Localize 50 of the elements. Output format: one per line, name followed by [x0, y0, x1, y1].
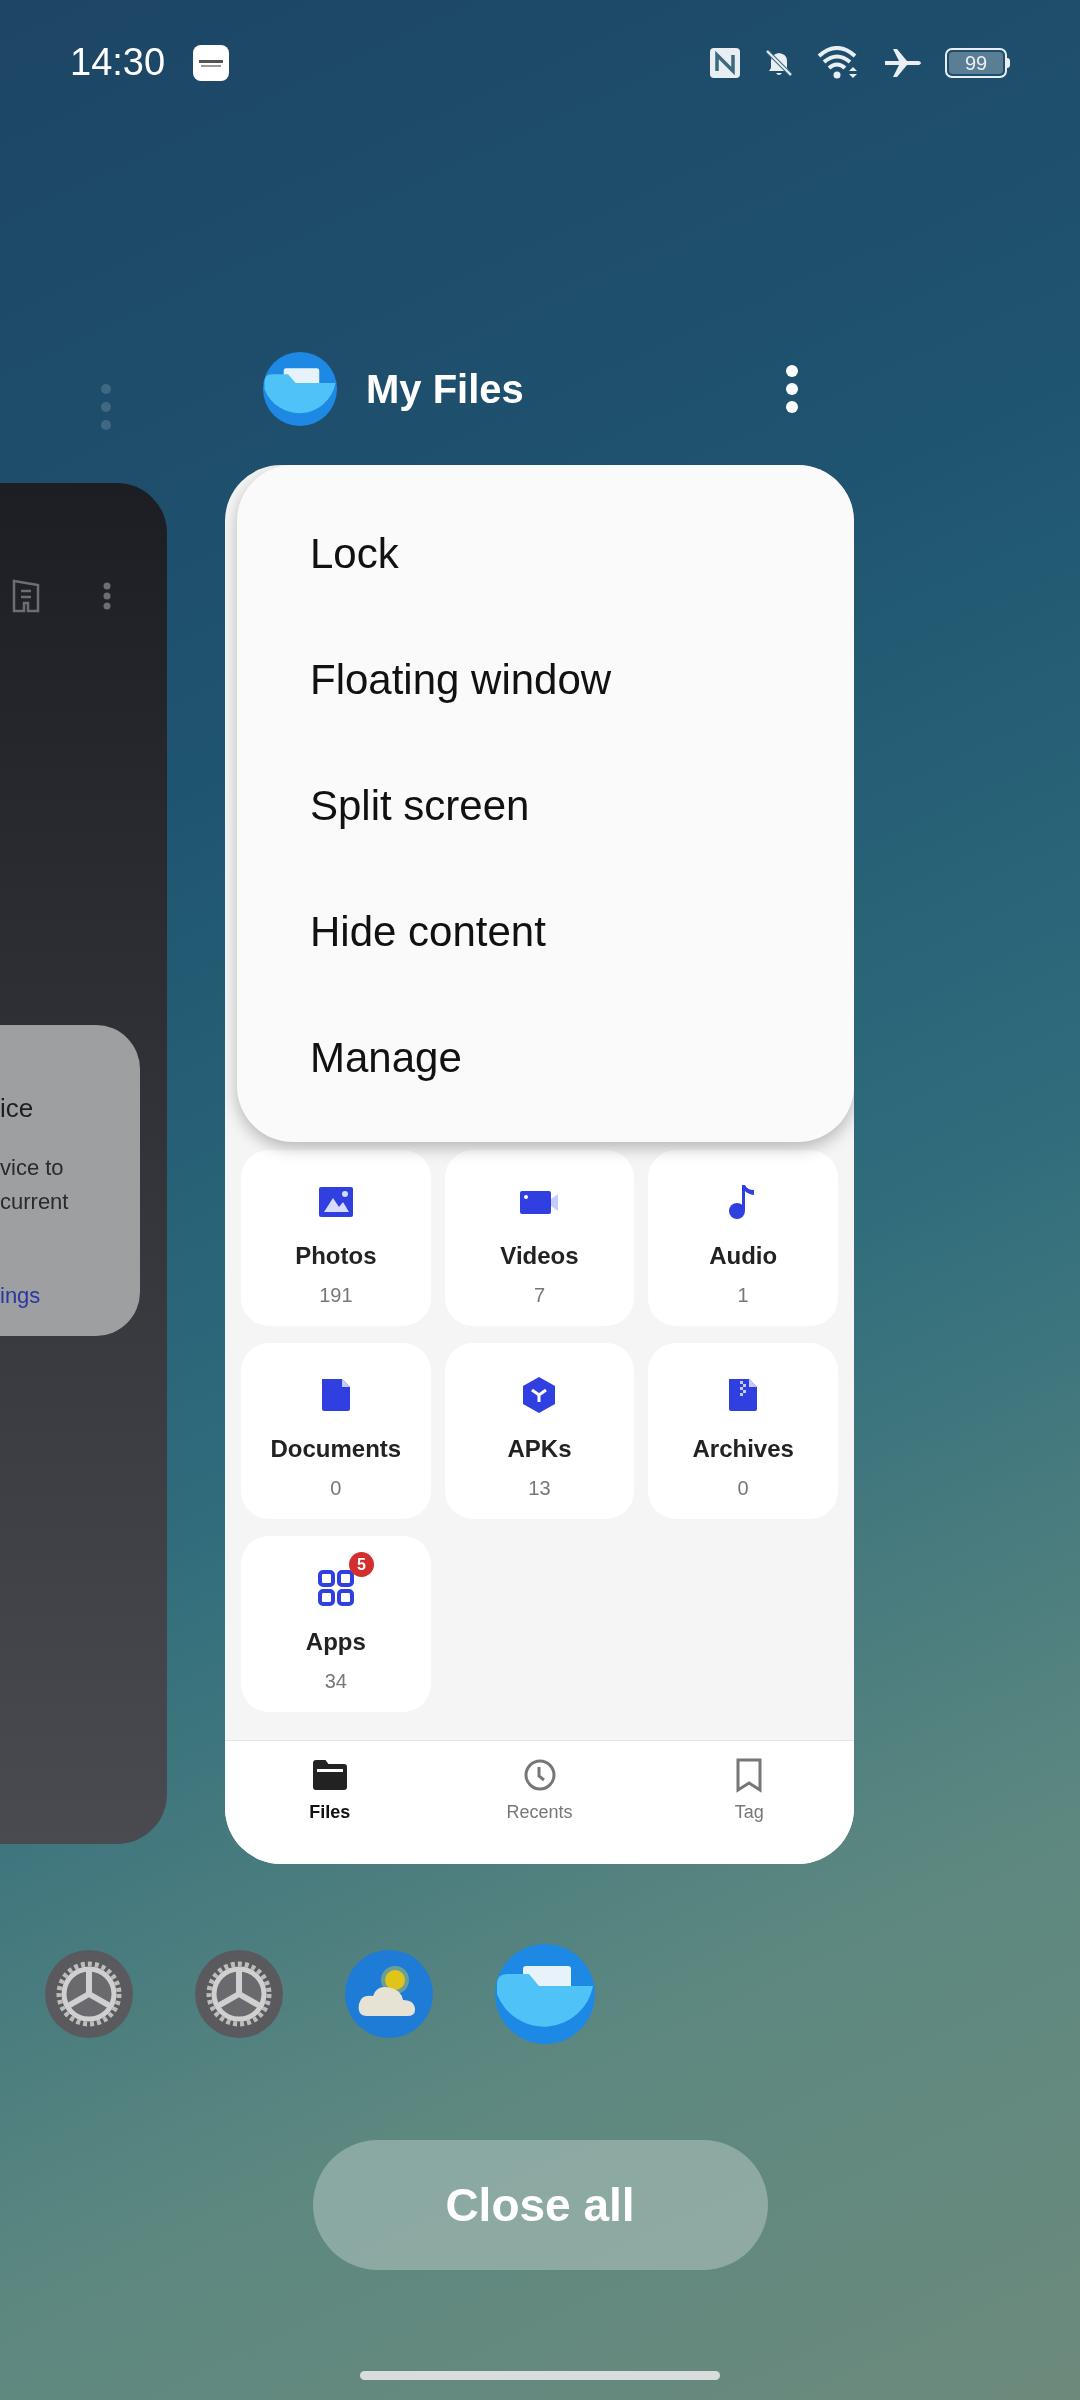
nav-tab[interactable]: Files: [225, 1741, 435, 1864]
app-title: My Files: [366, 366, 524, 413]
weather-cloud-sun-icon[interactable]: [345, 1950, 433, 2038]
category-count: 191: [319, 1283, 353, 1308]
menu-item[interactable]: Hide content: [237, 868, 854, 994]
menu-item[interactable]: Lock: [237, 490, 854, 616]
nav-tab[interactable]: Recents: [434, 1741, 645, 1864]
gear-icon[interactable]: [45, 1950, 133, 2038]
category-tile[interactable]: Videos 7: [444, 1150, 635, 1326]
dialog-message: vice to current: [0, 1154, 70, 1216]
folder-app-icon[interactable]: [263, 352, 337, 426]
menu-item[interactable]: Floating window: [237, 616, 854, 742]
category-tile[interactable]: Documents 0: [241, 1343, 431, 1519]
category-label: Videos: [500, 1241, 579, 1271]
more-vertical-icon[interactable]: [785, 364, 799, 414]
category-tile[interactable]: Photos 191: [241, 1150, 431, 1326]
app-preview-card[interactable]: Lock Floating window Split screen Hide content Manage Photos 191 Videos 7 Audio 1 Documents 0 APKs 13 Archives 0 5 Apps 34 Files Recents Tag: [225, 465, 854, 1864]
app-notification-icon: [193, 44, 230, 81]
category-tile[interactable]: Archives 0: [648, 1343, 838, 1519]
clock-time: 14:30: [70, 40, 166, 85]
menu-item[interactable]: Manage: [237, 994, 854, 1120]
nav-tab[interactable]: Tag: [644, 1741, 854, 1864]
category-label: Audio: [709, 1241, 778, 1271]
category-count: 1: [737, 1283, 749, 1308]
category-count: 0: [330, 1476, 342, 1501]
notification-badge: 5: [348, 1552, 374, 1577]
category-tile[interactable]: APKs 13: [444, 1343, 635, 1519]
category-count: 34: [324, 1669, 347, 1694]
category-label: Apps: [305, 1627, 366, 1657]
gear-icon[interactable]: [195, 1950, 283, 2038]
category-tile[interactable]: 5 Apps 34: [241, 1536, 431, 1712]
category-count: 13: [528, 1476, 551, 1501]
category-label: Archives: [692, 1434, 794, 1464]
category-count: 0: [737, 1476, 749, 1501]
folder-icon: [311, 1757, 348, 1793]
folder-app-icon[interactable]: [495, 1944, 595, 2044]
category-label: Documents: [270, 1434, 402, 1464]
nfc-icon: [709, 46, 741, 79]
category-count: 7: [533, 1283, 546, 1308]
document-icon[interactable]: [12, 579, 40, 613]
category-tile[interactable]: Audio 1: [648, 1150, 838, 1326]
category-label: APKs: [507, 1434, 572, 1464]
dialog-title: ice: [0, 1092, 34, 1125]
apps-grid-icon: [315, 1568, 356, 1608]
settings-link[interactable]: ings: [0, 1279, 41, 1312]
app-preview-card[interactable]: ice vice to current ings: [0, 483, 167, 1844]
battery-percentage: 99: [949, 51, 1003, 74]
category-label: Photos: [295, 1241, 377, 1271]
menu-item[interactable]: Split screen: [237, 742, 854, 868]
airplane-icon: [883, 46, 923, 79]
